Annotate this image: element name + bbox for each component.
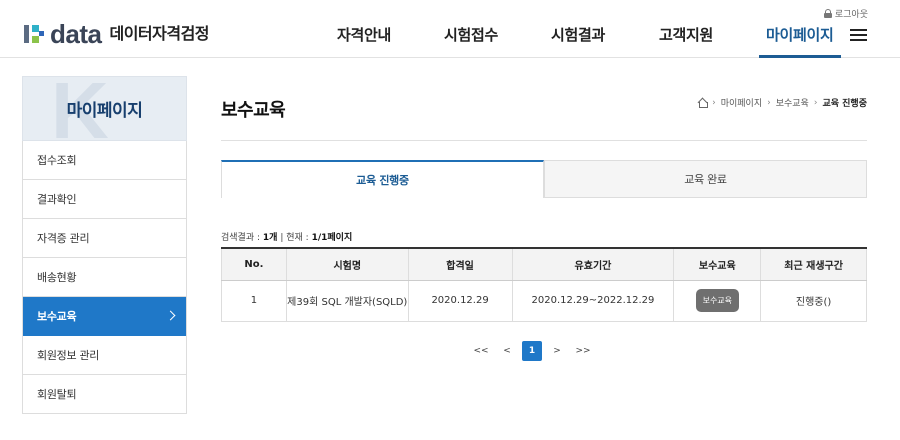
logo-subtitle: 데이터자격검정 xyxy=(109,24,210,43)
cell-valid-period: 2020.12.29~2022.12.29 xyxy=(511,280,674,322)
breadcrumb-item[interactable]: 보수교육 xyxy=(776,96,809,109)
tab-label: 교육 진행중 xyxy=(356,174,409,187)
sidebar-item-registration-inquiry[interactable]: 접수조회 xyxy=(23,141,186,180)
home-icon[interactable] xyxy=(698,98,709,108)
result-current-label: 현재 : xyxy=(286,233,309,243)
cell-recent-section: 진행중() xyxy=(760,280,867,322)
column-header-valid-period: 유효기간 xyxy=(511,247,674,281)
breadcrumb-separator-icon: › xyxy=(767,97,771,108)
tab-in-progress[interactable]: 교육 진행중 xyxy=(221,160,544,198)
lock-icon xyxy=(823,9,832,18)
prev-page-button[interactable]: < xyxy=(496,341,518,361)
cell-pass-date: 2020.12.29 xyxy=(407,280,513,322)
cell-no: 1 xyxy=(221,280,287,322)
column-header-pass-date: 합격일 xyxy=(407,247,513,281)
breadcrumb: › 마이페이지 › 보수교육 › 교육 진행중 xyxy=(698,96,867,109)
result-count-value: 1개 xyxy=(262,233,278,243)
nav-item-customer-support[interactable]: 고객지원 xyxy=(659,24,713,45)
sidebar-menu: 접수조회 결과확인 자격증 관리 배송현황 보수교육 회원정보 관리 회원탈퇴 xyxy=(22,141,187,414)
current-page-button[interactable]: 1 xyxy=(522,341,542,361)
breadcrumb-separator-icon: › xyxy=(712,97,716,108)
sidebar-title: 마이페이지 xyxy=(66,101,143,121)
result-current-page: 1/1페이지 xyxy=(311,233,353,243)
sidebar-item-label: 배송현황 xyxy=(37,271,77,284)
breadcrumb-current: 교육 진행중 xyxy=(822,99,867,109)
sidebar-item-delivery-status[interactable]: 배송현황 xyxy=(23,258,186,297)
nav-item-qualification-info[interactable]: 자격안내 xyxy=(337,24,391,45)
table-header-row: No. 시험명 합격일 유효기간 보수교육 최근 재생구간 xyxy=(221,247,867,281)
nav-active-indicator xyxy=(759,55,841,58)
page-title: 보수교육 xyxy=(221,100,286,121)
sidebar: K 마이페이지 접수조회 결과확인 자격증 관리 배송현황 보수교육 회원정보 … xyxy=(22,76,187,414)
logout-label: 로그아웃 xyxy=(834,10,868,20)
result-count-prefix: 검색결과 : xyxy=(221,233,261,243)
sidebar-item-label: 결과확인 xyxy=(37,193,77,206)
title-divider xyxy=(221,140,867,141)
next-page-button[interactable]: > xyxy=(546,341,568,361)
tab-completed[interactable]: 교육 완료 xyxy=(544,160,867,198)
nav-item-mypage[interactable]: 마이페이지 xyxy=(766,24,834,45)
result-count: 검색결과 : 1개 | 현재 : 1/1페이지 xyxy=(221,230,352,243)
table-row: 1 제39회 SQL 개발자(SQLD) 2020.12.29 2020.12.… xyxy=(221,280,867,322)
nav-item-exam-results[interactable]: 시험결과 xyxy=(551,24,605,45)
sidebar-item-result-check[interactable]: 결과확인 xyxy=(23,180,186,219)
cell-exam: 제39회 SQL 개발자(SQLD) xyxy=(285,280,409,322)
pagination: << < 1 > >> xyxy=(470,341,598,361)
cell-education: 보수교육 xyxy=(673,280,761,322)
breadcrumb-item[interactable]: 마이페이지 xyxy=(721,96,762,109)
sidebar-item-maintenance-education[interactable]: 보수교육 xyxy=(23,297,186,336)
last-page-button[interactable]: >> xyxy=(572,341,594,361)
sidebar-item-label: 보수교육 xyxy=(37,310,77,323)
site-header: data 데이터자격검정 로그아웃 자격안내 시험접수 시험결과 고객지원 마이… xyxy=(0,0,900,58)
breadcrumb-separator-icon: › xyxy=(813,97,818,108)
sidebar-header: K 마이페이지 xyxy=(22,76,187,141)
column-header-education: 보수교육 xyxy=(673,247,761,281)
education-table: No. 시험명 합격일 유효기간 보수교육 최근 재생구간 1 제39회 SQL… xyxy=(221,247,867,322)
tab-label: 교육 완료 xyxy=(684,173,727,186)
sidebar-item-label: 접수조회 xyxy=(37,154,77,167)
site-logo[interactable]: data 데이터자격검정 xyxy=(22,19,210,49)
sidebar-item-label: 회원탈퇴 xyxy=(37,388,77,401)
logo-word: data xyxy=(50,19,102,49)
k-logo-icon xyxy=(22,22,46,46)
hamburger-menu-icon[interactable] xyxy=(850,29,867,42)
logout-link[interactable]: 로그아웃 xyxy=(823,7,868,20)
sidebar-item-label: 회원정보 관리 xyxy=(37,349,100,362)
sidebar-item-withdraw[interactable]: 회원탈퇴 xyxy=(23,375,186,414)
sidebar-item-member-info[interactable]: 회원정보 관리 xyxy=(23,336,186,375)
education-button[interactable]: 보수교육 xyxy=(695,289,740,312)
column-header-no: No. xyxy=(221,247,287,281)
first-page-button[interactable]: << xyxy=(470,341,492,361)
sidebar-item-label: 자격증 관리 xyxy=(37,232,90,245)
column-header-recent-section: 최근 재생구간 xyxy=(760,247,867,281)
chevron-right-icon xyxy=(165,310,176,321)
column-header-exam: 시험명 xyxy=(285,247,409,281)
education-tabs: 교육 진행중 교육 완료 xyxy=(221,160,867,198)
sidebar-item-certificate-management[interactable]: 자격증 관리 xyxy=(23,219,186,258)
result-count-divider: | xyxy=(280,233,284,243)
nav-item-exam-registration[interactable]: 시험접수 xyxy=(444,24,498,45)
